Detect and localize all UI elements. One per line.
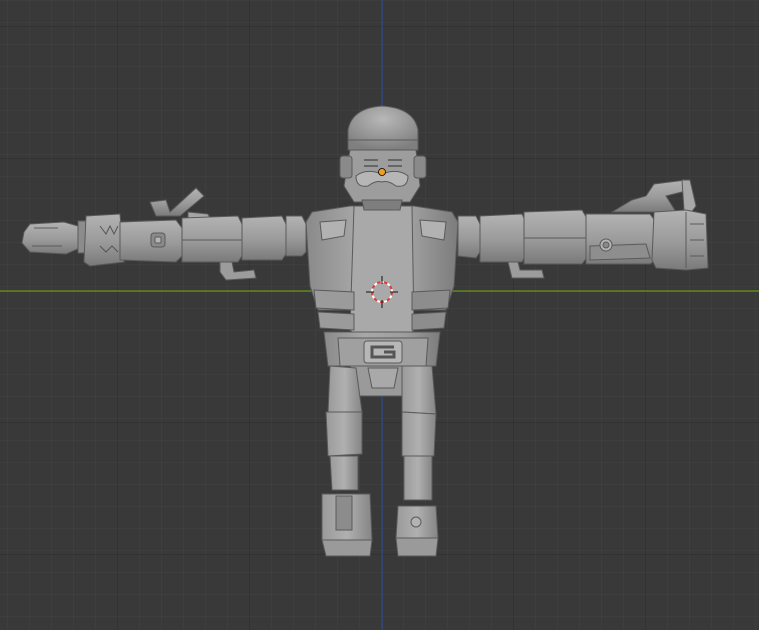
right-foot[interactable] [395,537,439,557]
left-knee[interactable] [325,411,363,457]
object-origin[interactable] [378,168,386,176]
right-upper-arm-2[interactable] [457,215,481,259]
right-thigh[interactable] [401,365,437,415]
robot-head[interactable] [339,105,427,211]
left-forearm-button-inner [154,236,162,244]
3d-viewport[interactable] [0,0,759,630]
head-left-ear[interactable] [339,155,353,179]
left-elbow[interactable] [181,215,243,263]
pelvis-center [367,367,399,389]
left-wrist-cuff[interactable] [83,213,125,267]
torso-rib-1r[interactable] [411,289,451,311]
right-upper-arm-1[interactable] [479,213,527,263]
right-forearm-plate [589,243,651,261]
right-shin[interactable] [403,455,433,501]
left-shin[interactable] [329,455,359,491]
head-right-ear[interactable] [413,155,427,179]
left-upper-arm-2[interactable] [285,215,307,257]
left-foot[interactable] [321,539,373,557]
head-neck[interactable] [361,199,403,211]
torso-rib-2r[interactable] [411,311,447,331]
torso-rib-1[interactable] [313,289,355,311]
belt-buckle[interactable] [363,340,403,364]
left-boot-strap [335,495,353,531]
right-elbow[interactable] [523,209,589,265]
right-forearm-dial-inner [602,241,610,249]
torso-rib-2[interactable] [317,311,355,331]
torso-center-plate[interactable] [349,205,415,341]
left-hand[interactable] [21,221,81,255]
right-knee[interactable] [401,411,437,457]
left-thigh[interactable] [327,365,363,415]
left-upper-arm-1[interactable] [241,215,287,261]
right-boot-bolt [410,516,422,528]
viewport-canvas[interactable] [0,0,759,630]
